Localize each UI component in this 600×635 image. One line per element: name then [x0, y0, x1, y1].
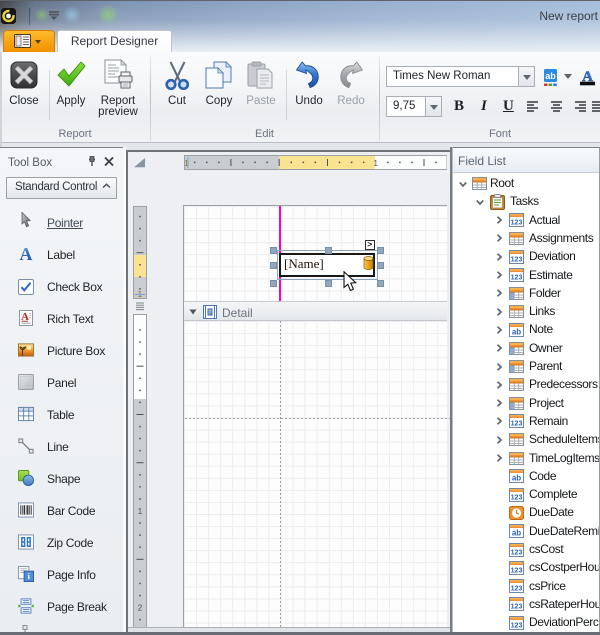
svg-text:1: 1	[373, 159, 378, 168]
svg-text:1: 1	[138, 507, 143, 516]
svg-text:1: 1	[184, 159, 189, 168]
svg-text:A: A	[20, 246, 33, 262]
svg-text:ab: ab	[545, 71, 556, 81]
svg-text:2: 2	[138, 604, 143, 613]
